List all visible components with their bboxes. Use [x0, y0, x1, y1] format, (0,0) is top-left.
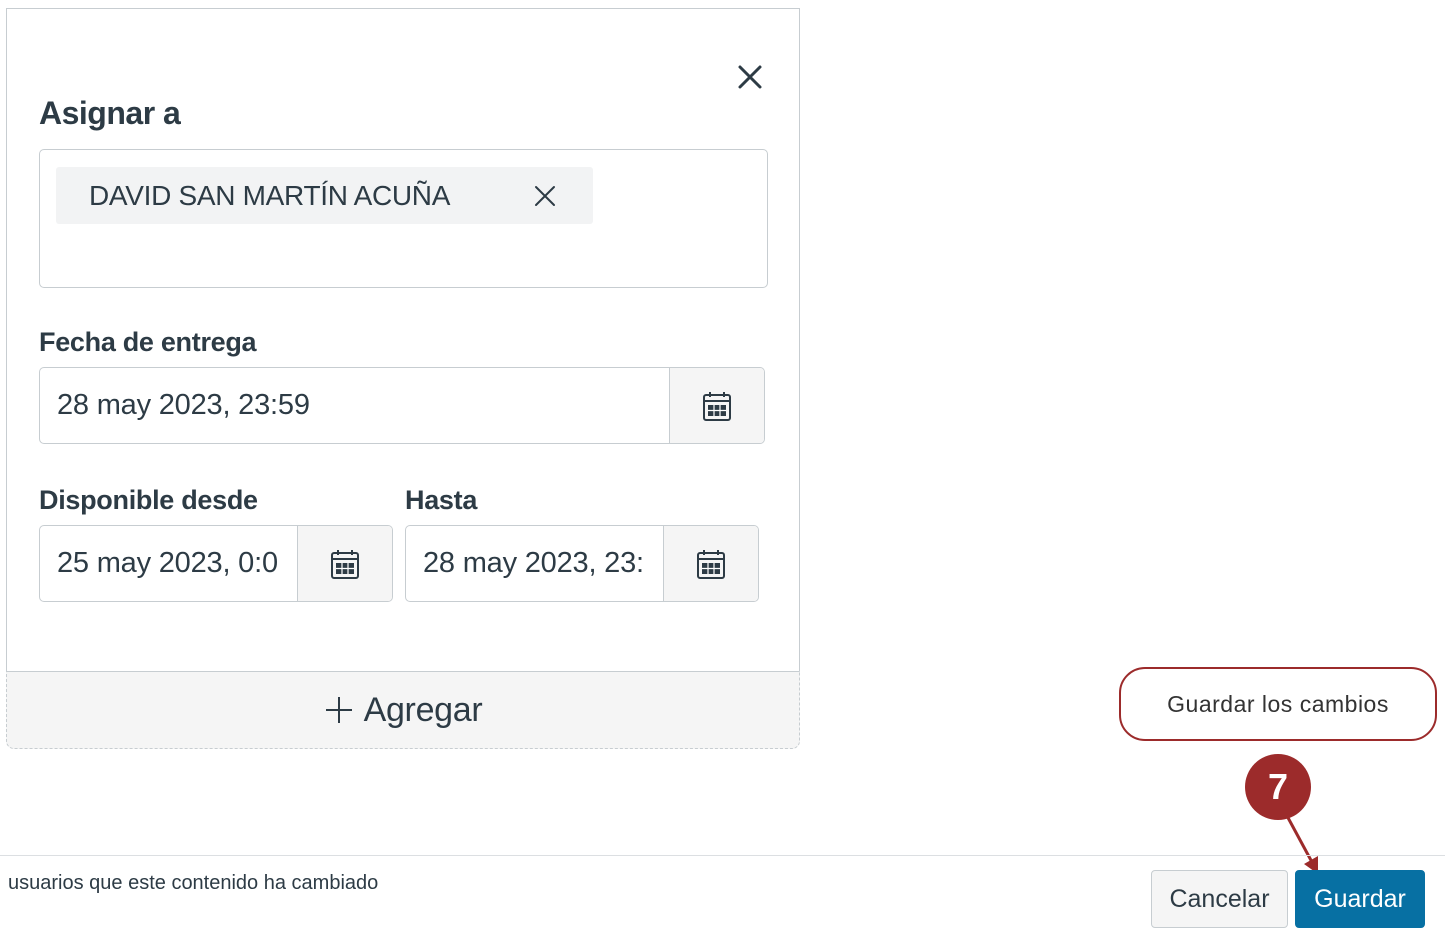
until-input[interactable]: 28 may 2023, 23: [406, 526, 663, 601]
add-label: Agregar [363, 690, 483, 729]
assignee-input[interactable]: DAVID SAN MARTÍN ACUÑA [39, 149, 768, 288]
add-assignment-button[interactable]: Agregar [6, 671, 800, 749]
close-button[interactable] [732, 59, 768, 95]
step-badge: 7 [1245, 754, 1311, 820]
plus-icon [325, 697, 352, 723]
callout-text: Guardar los cambios [1167, 690, 1389, 717]
due-date-calendar-button[interactable] [669, 368, 764, 443]
calendar-icon [697, 549, 725, 579]
footer-divider [0, 855, 1445, 856]
available-from-calendar-button[interactable] [297, 526, 392, 601]
available-from-input[interactable]: 25 may 2023, 0:0 [40, 526, 297, 601]
close-icon [535, 186, 555, 206]
assign-to-heading: Asignar a [39, 95, 181, 131]
due-date-input[interactable]: 28 may 2023, 23:59 [40, 368, 669, 443]
until-field: 28 may 2023, 23: [405, 525, 759, 602]
available-from-field: 25 may 2023, 0:0 [39, 525, 393, 602]
assign-card: Asignar a DAVID SAN MARTÍN ACUÑA Fecha d… [6, 8, 800, 671]
save-callout: Guardar los cambios [1119, 667, 1437, 741]
until-label: Hasta [405, 485, 478, 515]
until-calendar-button[interactable] [663, 526, 758, 601]
remove-assignee-button[interactable] [530, 181, 560, 211]
calendar-icon [703, 391, 731, 421]
close-icon [738, 65, 762, 89]
calendar-icon [331, 549, 359, 579]
save-button[interactable]: Guardar [1295, 870, 1425, 928]
assignee-tag: DAVID SAN MARTÍN ACUÑA [56, 167, 593, 224]
due-date-field: 28 may 2023, 23:59 [39, 367, 765, 444]
due-date-label: Fecha de entrega [39, 327, 257, 357]
available-from-label: Disponible desde [39, 485, 258, 515]
assignee-name: DAVID SAN MARTÍN ACUÑA [89, 179, 451, 211]
cancel-button[interactable]: Cancelar [1151, 870, 1288, 928]
footer-note: usuarios que este contenido ha cambiado [8, 872, 379, 894]
